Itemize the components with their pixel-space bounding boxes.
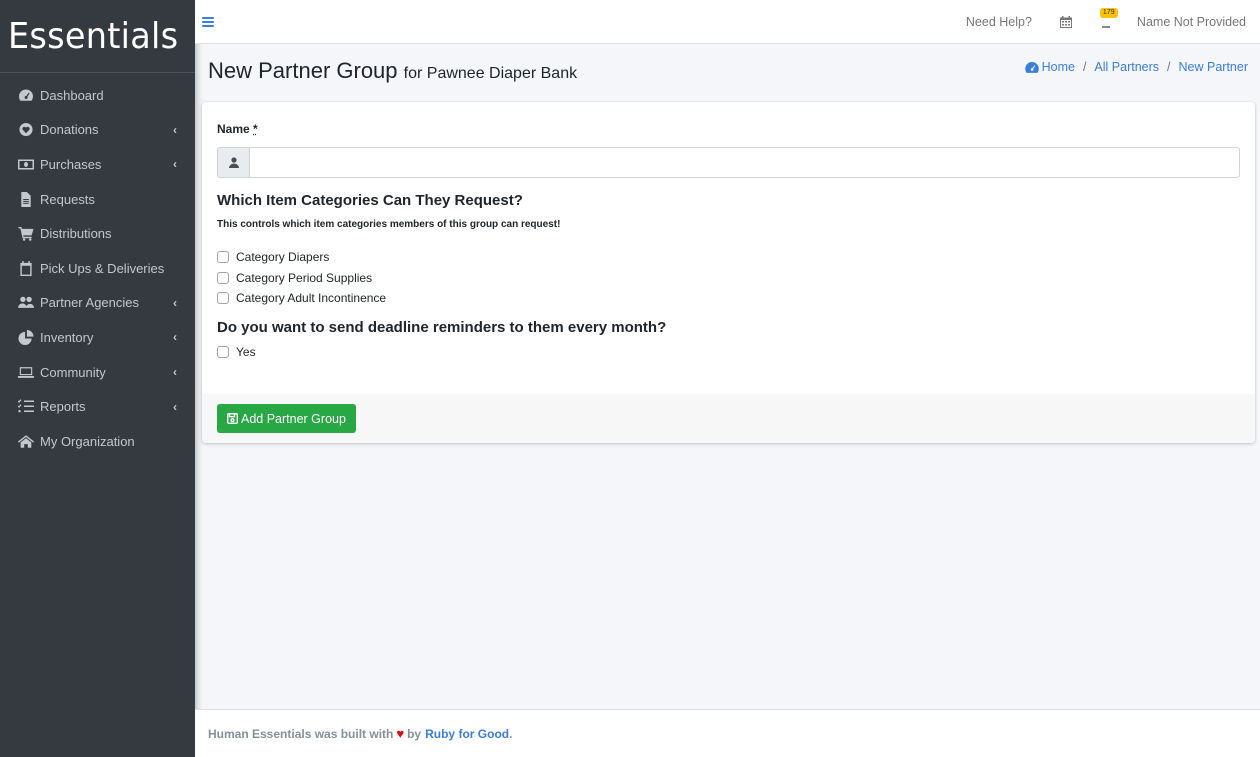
breadcrumb-separator: / [1167,60,1171,74]
sidebar-item-requests[interactable]: Requests [0,182,195,217]
laptop-icon [17,365,34,380]
calendar-icon[interactable] [1059,15,1072,28]
dashboard-icon [1024,61,1039,73]
sidebar-item-label: Dashboard [40,87,104,103]
file-icon [17,191,34,207]
name-input-group [217,147,1240,178]
brand-text: Essentials [8,15,179,57]
chevron-left-icon: ‹ [173,122,177,137]
user-icon [217,147,249,178]
required-mark: * [253,122,258,136]
name-label-text: Name [217,122,250,136]
sidebar-item-dashboard[interactable]: Dashboard [0,78,195,113]
add-partner-group-button[interactable]: Add Partner Group [217,404,356,433]
sidebar-item-purchases[interactable]: Purchases ‹ [0,147,195,182]
footer-period: . [509,726,513,741]
new-partner-group-form: Name * Which Item Categories Can They Re… [202,102,1255,443]
card-body: Name * Which Item Categories Can They Re… [202,102,1255,394]
notifications-badge: 179 [1099,7,1118,18]
categories-help-text: This controls which item categories memb… [217,219,561,230]
sidebar-item-label: My Organization [40,433,135,449]
ruby-for-good-link[interactable]: Ruby for Good [425,727,509,741]
sidebar-item-label: Donations [40,122,99,138]
name-label: Name * [217,122,258,136]
sidebar-item-my-organization[interactable]: My Organization [0,424,195,459]
pie-chart-icon [17,329,34,345]
name-input[interactable] [249,147,1240,178]
breadcrumb-home[interactable]: Home [1024,60,1075,74]
checkbox-label: Category Diapers [236,250,330,265]
sidebar-item-label: Pick Ups & Deliveries [40,260,165,276]
top-navbar: Need Help? 179 Name Not Provided [195,0,1260,44]
sidebar-item-community[interactable]: Community ‹ [0,355,195,390]
categories-title: Which Item Categories Can They Request? [217,192,523,209]
reminders-yes-checkbox[interactable] [217,345,229,358]
reminders-title: Do you want to send deadline reminders t… [217,318,667,336]
users-icon [17,295,34,310]
chevron-left-icon: ‹ [173,157,177,172]
category-diapers-checkbox[interactable] [217,251,229,264]
sidebar-item-distributions[interactable]: Distributions [0,216,195,251]
page-footer: Human Essentials was built with ♥ by Rub… [195,709,1260,757]
category-period-supplies-option[interactable]: Category Period Supplies [217,268,1240,289]
breadcrumb-home-label: Home [1041,60,1075,74]
content-header: New Partner Group for Pawnee Diaper Bank… [195,44,1260,101]
need-help-link[interactable]: Need Help? [966,15,1032,29]
chevron-left-icon: ‹ [173,399,177,414]
sidebar-item-label: Requests [40,191,95,207]
brand-logo[interactable]: Essentials [0,0,195,73]
user-menu[interactable]: Name Not Provided [1137,15,1246,29]
category-period-supplies-checkbox[interactable] [217,271,229,284]
page-title-text: New Partner Group [208,58,398,83]
hamburger-menu-icon[interactable] [202,16,214,27]
breadcrumb: Home / All Partners / New Partner [1024,60,1248,74]
home-icon [17,434,34,449]
breadcrumb-new-partner[interactable]: New Partner [1179,60,1248,74]
tasks-icon [17,399,34,414]
category-adult-incontinence-checkbox[interactable] [217,292,229,305]
checkbox-label: Yes [236,344,256,359]
sidebar-item-label: Partner Agencies [40,295,140,311]
reminders-checkbox-list: Yes [217,342,1240,363]
notifications-bell-icon[interactable]: 179 [1099,7,1118,30]
sidebar-item-reports[interactable]: Reports ‹ [0,389,195,424]
checkbox-label: Category Period Supplies [236,270,373,285]
categories-checkbox-list: Category Diapers Category Period Supplie… [217,247,1240,309]
page-title: New Partner Group for Pawnee Diaper Bank [208,58,577,84]
save-icon [227,413,238,424]
topbar-right: Need Help? 179 Name Not Provided [966,0,1260,43]
footer-text: Human Essentials was built with [208,726,394,741]
sidebar-item-pickups-deliveries[interactable]: Pick Ups & Deliveries [0,251,195,286]
calendar-icon [17,260,34,276]
chevron-left-icon: ‹ [173,365,177,380]
category-diapers-option[interactable]: Category Diapers [217,247,1240,268]
checkbox-label: Category Adult Incontinence [236,291,387,306]
footer-by-text: by [407,726,422,741]
sidebar-nav: Dashboard Donations ‹ Purchases ‹ Reques… [0,73,195,459]
page-subtitle: for Pawnee Diaper Bank [403,65,578,82]
dashboard-icon [17,88,34,103]
breadcrumb-all-partners[interactable]: All Partners [1094,60,1159,74]
heart-circle-icon [17,122,34,137]
sidebar: Essentials Dashboard Donations ‹ Purchas… [0,0,195,757]
sidebar-item-label: Inventory [40,329,94,345]
button-label: Add Partner Group [241,411,346,426]
sidebar-item-partner-agencies[interactable]: Partner Agencies ‹ [0,286,195,321]
sidebar-item-label: Community [40,364,106,380]
sidebar-item-label: Distributions [40,226,112,242]
breadcrumb-separator: / [1082,60,1087,74]
chevron-left-icon: ‹ [173,330,177,345]
heart-icon: ♥ [396,726,405,741]
shopping-cart-icon [17,226,34,241]
money-bill-icon [17,157,34,172]
sidebar-item-label: Reports [40,399,86,415]
card-footer: Add Partner Group [202,394,1255,443]
sidebar-item-inventory[interactable]: Inventory ‹ [0,320,195,355]
sidebar-item-label: Purchases [40,156,102,172]
category-adult-incontinence-option[interactable]: Category Adult Incontinence [217,288,1240,309]
chevron-left-icon: ‹ [173,295,177,310]
reminders-yes-option[interactable]: Yes [217,342,1240,363]
sidebar-item-donations[interactable]: Donations ‹ [0,113,195,148]
